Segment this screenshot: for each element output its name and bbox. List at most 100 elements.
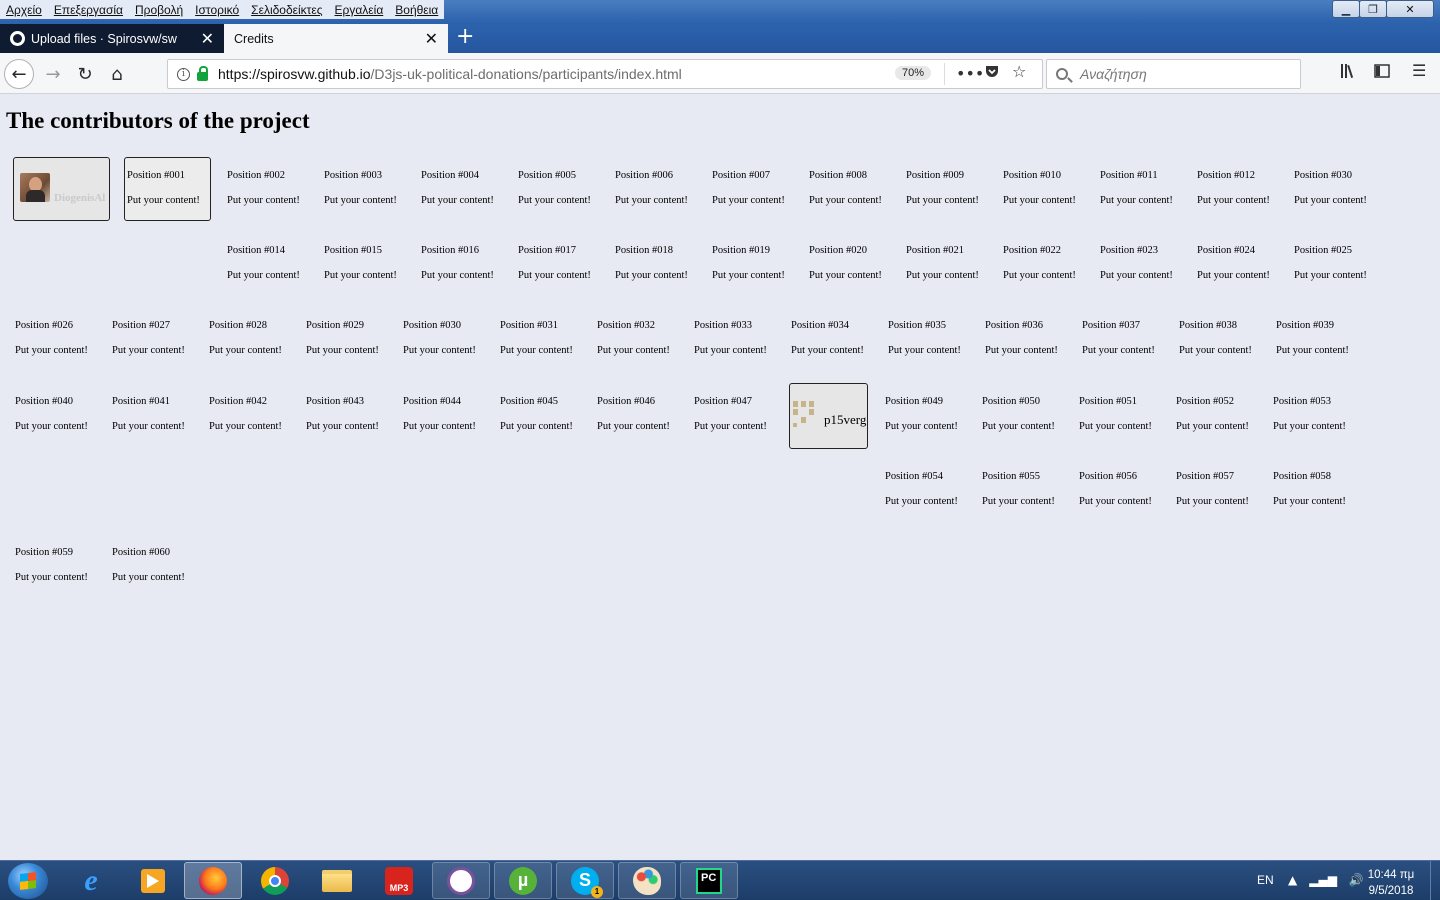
reload-button[interactable]: ↻ xyxy=(70,59,100,89)
position-content: Put your content! xyxy=(1197,195,1270,206)
minimize-button[interactable]: ▁ xyxy=(1332,0,1360,18)
taskbar-utorrent[interactable]: µ xyxy=(494,862,552,899)
position-label: Position #026 xyxy=(15,320,74,331)
start-button[interactable] xyxy=(8,863,48,899)
home-button[interactable]: ⌂ xyxy=(102,59,132,89)
position-card: Position #024 Put your content! xyxy=(1195,231,1292,295)
page-actions-icon[interactable]: ••• xyxy=(956,64,984,83)
menu-tools[interactable]: Εργαλεία xyxy=(328,0,390,19)
network-signal-icon[interactable]: ▂▄▆ xyxy=(1309,873,1337,887)
taskbar-media-player[interactable] xyxy=(124,862,182,899)
position-card: Position #042 Put your content! xyxy=(207,382,304,446)
window-close-button[interactable]: ✕ xyxy=(1386,0,1434,18)
position-card: Position #045 Put your content! xyxy=(498,382,595,446)
position-label: Position #045 xyxy=(500,396,559,407)
position-label: Position #028 xyxy=(209,320,268,331)
sidebar-icon[interactable] xyxy=(1374,63,1390,83)
library-icon[interactable] xyxy=(1340,63,1358,83)
position-content: Put your content! xyxy=(1179,345,1252,356)
position-label: Position #008 xyxy=(809,170,868,181)
zoom-indicator[interactable]: 70% xyxy=(895,66,932,80)
contributor-card[interactable]: p15verg xyxy=(789,383,868,449)
taskbar-firefox[interactable] xyxy=(184,862,242,899)
skype-icon: S 1 xyxy=(571,866,603,898)
position-card[interactable]: Position #001 Put your content! xyxy=(124,157,211,221)
github-icon xyxy=(10,31,25,46)
contributor-name: p15verg xyxy=(824,412,867,427)
viber-icon xyxy=(447,866,475,895)
new-tab-icon[interactable]: + xyxy=(456,26,474,48)
position-card: Position #047 Put your content! xyxy=(692,382,789,446)
position-card: Position #018 Put your content! xyxy=(613,231,710,295)
position-card: Position #040 Put your content! xyxy=(13,382,110,446)
taskbar-viber[interactable] xyxy=(432,862,490,899)
position-card: Position #014 Put your content! xyxy=(225,231,322,295)
mp3-downloader-icon: MP3 xyxy=(385,866,413,895)
position-label: Position #032 xyxy=(597,320,656,331)
tab-close-icon[interactable]: ✕ xyxy=(201,29,214,49)
position-label: Position #046 xyxy=(597,396,656,407)
menu-edit[interactable]: Επεξεργασία xyxy=(47,0,129,19)
menu-view[interactable]: Προβολή xyxy=(128,0,190,19)
hamburger-menu-icon[interactable]: ☰ xyxy=(1412,61,1426,80)
position-card: Position #036 Put your content! xyxy=(983,306,1080,370)
pocket-icon[interactable] xyxy=(984,63,1000,83)
position-label: Position #006 xyxy=(615,170,674,181)
position-card: Position #028 Put your content! xyxy=(207,306,304,370)
position-content: Put your content! xyxy=(985,345,1058,356)
position-label: Position #022 xyxy=(1003,245,1062,256)
taskbar-file-explorer[interactable] xyxy=(308,862,366,899)
reload-icon: ↻ xyxy=(77,63,93,85)
menu-bar: Αρχείο Επεξεργασία Προβολή Ιστορικό Σελι… xyxy=(0,0,445,22)
position-card: Position #015 Put your content! xyxy=(322,231,419,295)
position-label: Position #011 xyxy=(1100,170,1158,181)
taskbar-pycharm[interactable]: PC xyxy=(680,862,738,899)
position-content: Put your content! xyxy=(518,195,591,206)
back-button[interactable]: ← xyxy=(4,59,34,89)
url-bar[interactable]: i https://spirosvw.github.io/D3js-uk-pol… xyxy=(167,59,1043,89)
forward-button[interactable]: → xyxy=(38,59,68,89)
position-label: Position #053 xyxy=(1273,396,1332,407)
position-content: Put your content! xyxy=(1273,496,1346,507)
position-card: Position #054 Put your content! xyxy=(883,457,980,521)
home-icon: ⌂ xyxy=(111,63,123,85)
position-content: Put your content! xyxy=(421,270,494,281)
position-card: Position #038 Put your content! xyxy=(1177,306,1274,370)
search-bar[interactable]: Αναζήτηση xyxy=(1046,59,1301,89)
tab-credits[interactable]: Credits ✕ xyxy=(224,24,448,53)
position-label: Position #031 xyxy=(500,320,559,331)
taskbar-paint[interactable] xyxy=(618,862,676,899)
position-label: Position #018 xyxy=(615,245,674,256)
position-label: Position #043 xyxy=(306,396,365,407)
lock-icon[interactable] xyxy=(197,65,208,81)
menu-history[interactable]: Ιστορικό xyxy=(189,0,246,19)
position-card: Position #005 Put your content! xyxy=(516,156,613,220)
menu-bookmarks[interactable]: Σελιδοδείκτες xyxy=(245,0,329,19)
restore-button[interactable]: ❐ xyxy=(1359,0,1387,18)
language-indicator[interactable]: EN xyxy=(1257,873,1274,887)
taskbar-skype[interactable]: S 1 xyxy=(556,862,614,899)
restore-icon: ❐ xyxy=(1368,2,1378,16)
position-label: Position #056 xyxy=(1079,471,1138,482)
taskbar-chrome[interactable] xyxy=(246,862,304,899)
menu-file[interactable]: Αρχείο xyxy=(0,0,48,19)
tray-expand-icon[interactable]: ▲ xyxy=(1288,873,1297,887)
system-clock[interactable]: 10:44 πμ 9/5/2018 xyxy=(1360,867,1422,899)
position-label: Position #024 xyxy=(1197,245,1256,256)
position-card: Position #049 Put your content! xyxy=(883,382,980,446)
tab-close-icon[interactable]: ✕ xyxy=(425,29,438,49)
taskbar-mp3-downloader[interactable]: MP3 xyxy=(370,862,428,899)
show-desktop-button[interactable] xyxy=(1430,861,1440,900)
info-icon[interactable]: i xyxy=(177,67,190,81)
position-content: Put your content! xyxy=(1003,270,1076,281)
tab-label: Credits xyxy=(234,31,274,46)
menu-help[interactable]: Βοήθεια xyxy=(389,0,445,19)
position-content: Put your content! xyxy=(615,195,688,206)
tab-upload-files[interactable]: Upload files · Spirosvw/sw ✕ xyxy=(0,24,224,53)
position-label: Position #035 xyxy=(888,320,947,331)
bookmark-star-icon[interactable]: ☆ xyxy=(1012,62,1026,81)
taskbar-internet-explorer[interactable]: e xyxy=(62,862,120,899)
folder-icon xyxy=(322,869,352,892)
window-titlebar: Αρχείο Επεξεργασία Προβολή Ιστορικό Σελι… xyxy=(0,0,1440,22)
contributor-card[interactable]: DiogenisAl xyxy=(13,157,110,221)
